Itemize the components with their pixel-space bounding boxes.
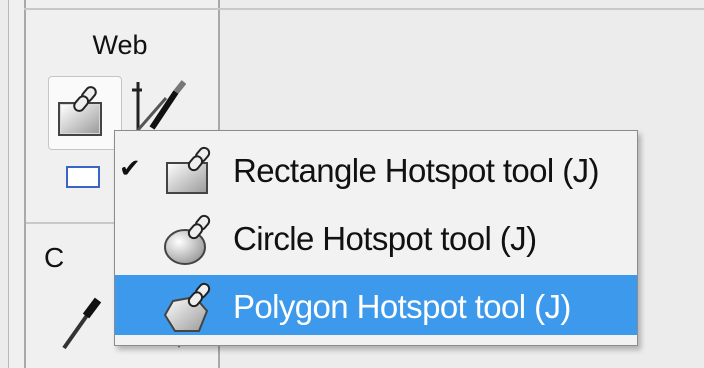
menu-item-label: Circle Hotspot tool (J) xyxy=(233,220,537,257)
menu-item-circle-hotspot[interactable]: Circle Hotspot tool (J) xyxy=(115,207,637,267)
rectangle-hotspot-icon xyxy=(58,86,102,136)
colors-section-label: C xyxy=(44,242,65,273)
menu-item-rectangle-hotspot[interactable]: ✔ Rectangle Hotspot tool (J) xyxy=(115,139,637,199)
hide-slices-icon[interactable] xyxy=(66,166,100,188)
web-section-label: Web xyxy=(92,30,148,60)
menu-item-label: Rectangle Hotspot tool (J) xyxy=(233,152,600,189)
slice-icon xyxy=(132,80,187,134)
rectangle-hotspot-icon xyxy=(161,141,227,199)
slice-tool-button[interactable] xyxy=(128,78,187,138)
hotspot-tools-flyout-menu: ✔ Rectangle Hotspot tool (J) Circle Hots… xyxy=(114,130,638,346)
hotspot-tool-button[interactable] xyxy=(48,76,122,150)
left-panel-edge xyxy=(0,0,9,368)
canvas-top-rule xyxy=(218,8,704,10)
circle-hotspot-icon xyxy=(161,209,227,267)
checkmark-icon: ✔ xyxy=(119,153,141,183)
menu-item-label: Polygon Hotspot tool (J) xyxy=(233,288,571,325)
polygon-hotspot-icon xyxy=(161,277,227,335)
eyedropper-icon[interactable] xyxy=(58,292,104,352)
panel-top-rule xyxy=(24,8,220,10)
menu-item-polygon-hotspot[interactable]: Polygon Hotspot tool (J) xyxy=(115,275,637,335)
